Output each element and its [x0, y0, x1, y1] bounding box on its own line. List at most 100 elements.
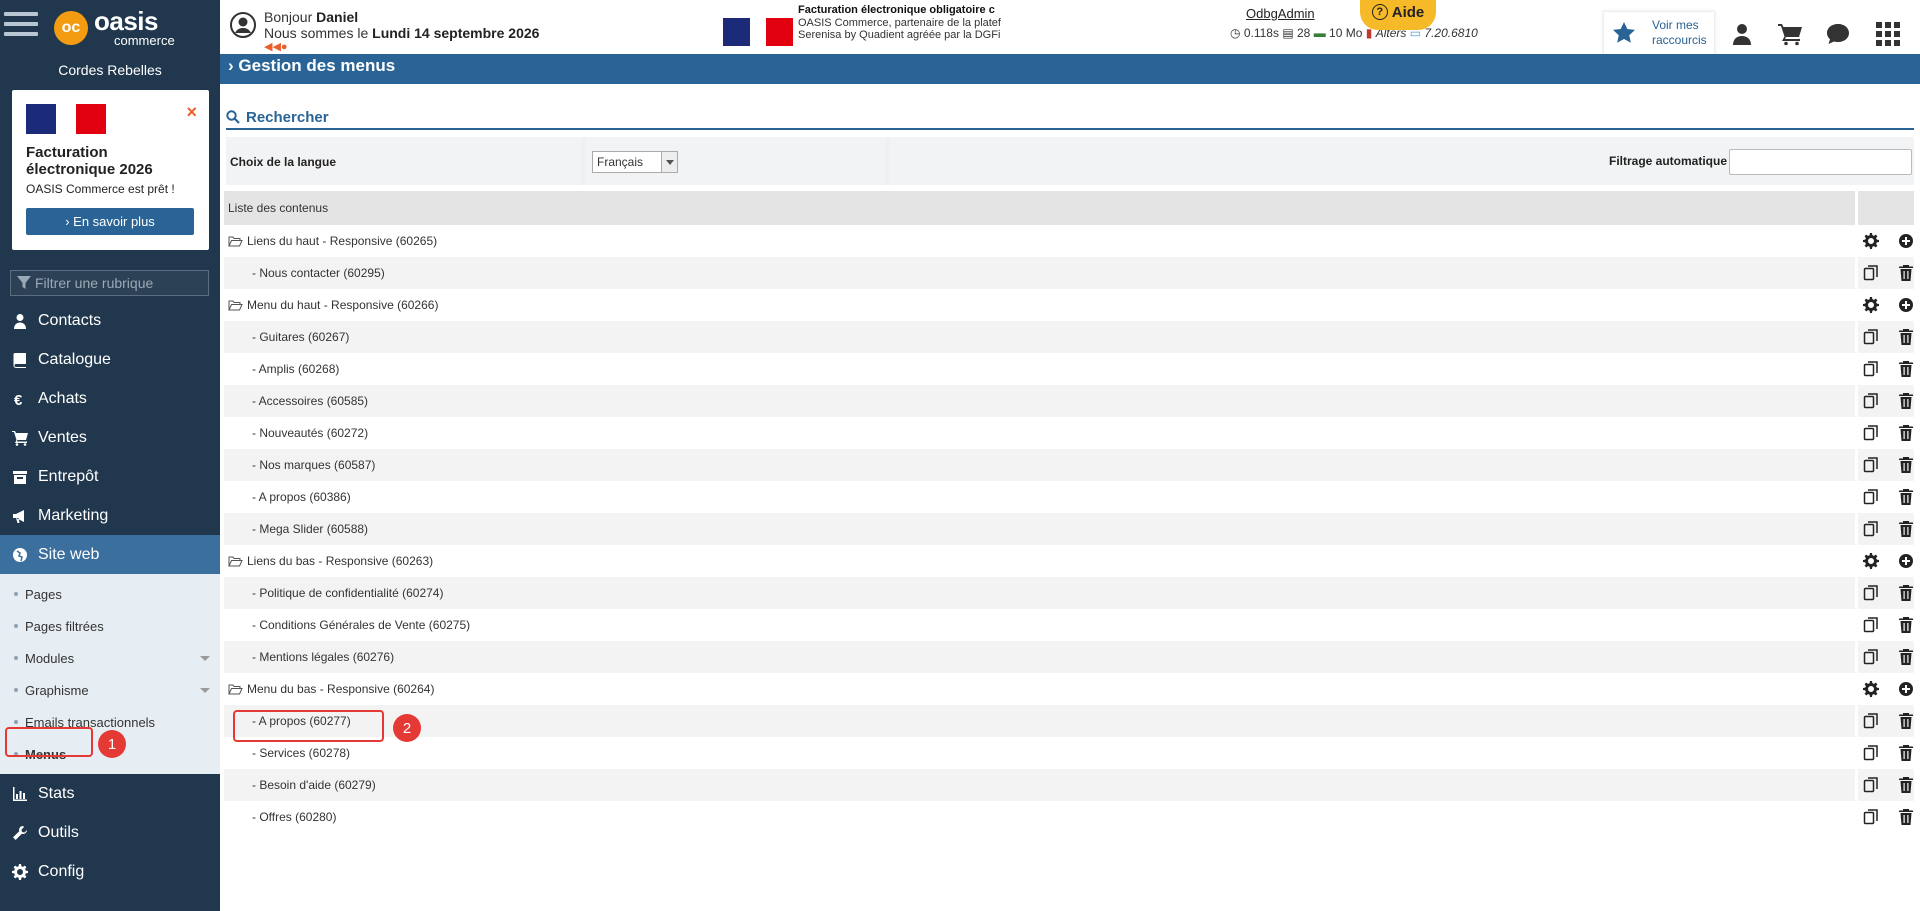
copy-icon[interactable]: [1863, 425, 1879, 441]
menu-group-row[interactable]: Menu du bas - Responsive (60264): [224, 673, 1914, 705]
copy-icon[interactable]: [1863, 329, 1879, 345]
nav-label: Marketing: [38, 506, 109, 524]
close-icon[interactable]: ×: [186, 102, 197, 123]
menu-item-row[interactable]: - Politique de confidentialité (60274): [224, 577, 1914, 609]
nav-catalogue[interactable]: Catalogue: [0, 340, 220, 379]
submenu-item-pages-filtrees[interactable]: Pages filtrées: [0, 610, 220, 642]
trash-icon[interactable]: [1898, 425, 1914, 441]
warehouse-icon: [13, 470, 27, 484]
copy-icon[interactable]: [1863, 265, 1879, 281]
fe-banner-text[interactable]: Facturation électronique obligatoire c O…: [798, 4, 1008, 42]
menu-item-row[interactable]: - Nous contacter (60295): [224, 257, 1914, 289]
submenu-item-graphisme[interactable]: Graphisme: [0, 674, 220, 706]
user-avatar-icon[interactable]: [230, 12, 256, 38]
cart-icon[interactable]: [1778, 22, 1802, 46]
copy-icon[interactable]: [1863, 489, 1879, 505]
trash-icon[interactable]: [1898, 649, 1914, 665]
trash-icon[interactable]: [1898, 585, 1914, 601]
add-circle-icon[interactable]: [1898, 297, 1914, 313]
nav-contacts[interactable]: Contacts: [0, 301, 220, 340]
menu-item-row[interactable]: - Conditions Générales de Vente (60275): [224, 609, 1914, 641]
row-label: - Nos marques (60587): [252, 458, 376, 472]
learn-more-button[interactable]: › En savoir plus: [26, 208, 194, 235]
copy-icon[interactable]: [1863, 521, 1879, 537]
language-select[interactable]: Français: [592, 151, 678, 173]
menu-item-row[interactable]: - Guitares (60267): [224, 321, 1914, 353]
menu-item-row[interactable]: - A propos (60386): [224, 481, 1914, 513]
user-icon[interactable]: [1730, 22, 1754, 46]
add-circle-icon[interactable]: [1898, 681, 1914, 697]
filters-row: Choix de la langue Français Filtrage aut…: [226, 137, 1914, 185]
oasis-logo[interactable]: oc oasis commerce: [54, 8, 175, 47]
folder-open-icon: [228, 300, 243, 311]
gear-icon[interactable]: [1863, 233, 1879, 249]
submenu-item-pages[interactable]: Pages: [0, 578, 220, 610]
chevron-down-icon: [200, 656, 210, 661]
nav-entrepot[interactable]: Entrepôt: [0, 457, 220, 496]
trash-icon[interactable]: [1898, 489, 1914, 505]
copy-icon[interactable]: [1863, 361, 1879, 377]
menu-item-row[interactable]: - Mega Slider (60588): [224, 513, 1914, 545]
help-button[interactable]: ? Aide: [1360, 0, 1436, 30]
copy-icon[interactable]: [1863, 809, 1879, 825]
nav-marketing[interactable]: Marketing: [0, 496, 220, 535]
trash-icon[interactable]: [1898, 713, 1914, 729]
menu-group-row[interactable]: Menu du haut - Responsive (60266): [224, 289, 1914, 321]
trash-icon[interactable]: [1898, 265, 1914, 281]
add-circle-icon[interactable]: [1898, 233, 1914, 249]
trash-icon[interactable]: [1898, 393, 1914, 409]
row-label: - Amplis (60268): [252, 362, 340, 376]
copy-icon[interactable]: [1863, 585, 1879, 601]
menu-group-row[interactable]: Liens du haut - Responsive (60265): [224, 225, 1914, 257]
menu-item-row[interactable]: - Nouveautés (60272): [224, 417, 1914, 449]
menu-item-row[interactable]: - A propos (60277): [224, 705, 1914, 737]
add-circle-icon[interactable]: [1898, 553, 1914, 569]
apps-grid-icon[interactable]: [1876, 22, 1900, 46]
copy-icon[interactable]: [1863, 457, 1879, 473]
auto-filter-input[interactable]: [1729, 149, 1912, 175]
menu-item-row[interactable]: - Services (60278): [224, 737, 1914, 769]
trash-icon[interactable]: [1898, 521, 1914, 537]
gear-icon[interactable]: [1863, 553, 1879, 569]
menu-item-row[interactable]: - Besoin d'aide (60279): [224, 769, 1914, 801]
menu-item-row[interactable]: - Accessoires (60585): [224, 385, 1914, 417]
menu-item-row[interactable]: - Offres (60280): [224, 801, 1914, 833]
sidebar: oc oasis commerce Cordes Rebelles × Fact…: [0, 0, 220, 911]
shortcuts-button[interactable]: Voir mes raccourcis: [1603, 11, 1715, 55]
nav-site-web[interactable]: Site web: [0, 535, 220, 574]
nav-achats[interactable]: € Achats: [0, 379, 220, 418]
trash-icon[interactable]: [1898, 809, 1914, 825]
database-icon: ▤: [1282, 26, 1294, 40]
menu-group-row[interactable]: Liens du bas - Responsive (60263): [224, 545, 1914, 577]
nav-outils[interactable]: Outils: [0, 813, 220, 852]
gear-icon[interactable]: [1863, 681, 1879, 697]
trash-icon[interactable]: [1898, 777, 1914, 793]
chat-icon[interactable]: [1826, 22, 1850, 46]
row-label: - Conditions Générales de Vente (60275): [252, 618, 471, 632]
gear-icon[interactable]: [1863, 297, 1879, 313]
trash-icon[interactable]: [1898, 361, 1914, 377]
menu-item-row[interactable]: - Nos marques (60587): [224, 449, 1914, 481]
copy-icon[interactable]: [1863, 777, 1879, 793]
impersonate-icon[interactable]: ◀◀●: [264, 40, 288, 53]
menu-item-row[interactable]: - Amplis (60268): [224, 353, 1914, 385]
hamburger-menu-icon[interactable]: [4, 12, 38, 38]
copy-icon[interactable]: [1863, 713, 1879, 729]
trash-icon[interactable]: [1898, 745, 1914, 761]
trash-icon[interactable]: [1898, 329, 1914, 345]
submenu-item-modules[interactable]: Modules: [0, 642, 220, 674]
menu-item-row[interactable]: - Mentions légales (60276): [224, 641, 1914, 673]
copy-icon[interactable]: [1863, 649, 1879, 665]
search-header[interactable]: Rechercher: [226, 106, 1914, 130]
filter-input[interactable]: Filtrer une rubrique: [10, 270, 209, 296]
nav-stats[interactable]: Stats: [0, 774, 220, 813]
nav-ventes[interactable]: Ventes: [0, 418, 220, 457]
trash-icon[interactable]: [1898, 457, 1914, 473]
debug-user-link[interactable]: OdbgAdmin: [1246, 6, 1315, 21]
copy-icon[interactable]: [1863, 393, 1879, 409]
trash-icon[interactable]: [1898, 617, 1914, 633]
nav-config[interactable]: Config: [0, 852, 220, 891]
copy-icon[interactable]: [1863, 745, 1879, 761]
copy-icon[interactable]: [1863, 617, 1879, 633]
row-label: - Offres (60280): [252, 810, 337, 824]
